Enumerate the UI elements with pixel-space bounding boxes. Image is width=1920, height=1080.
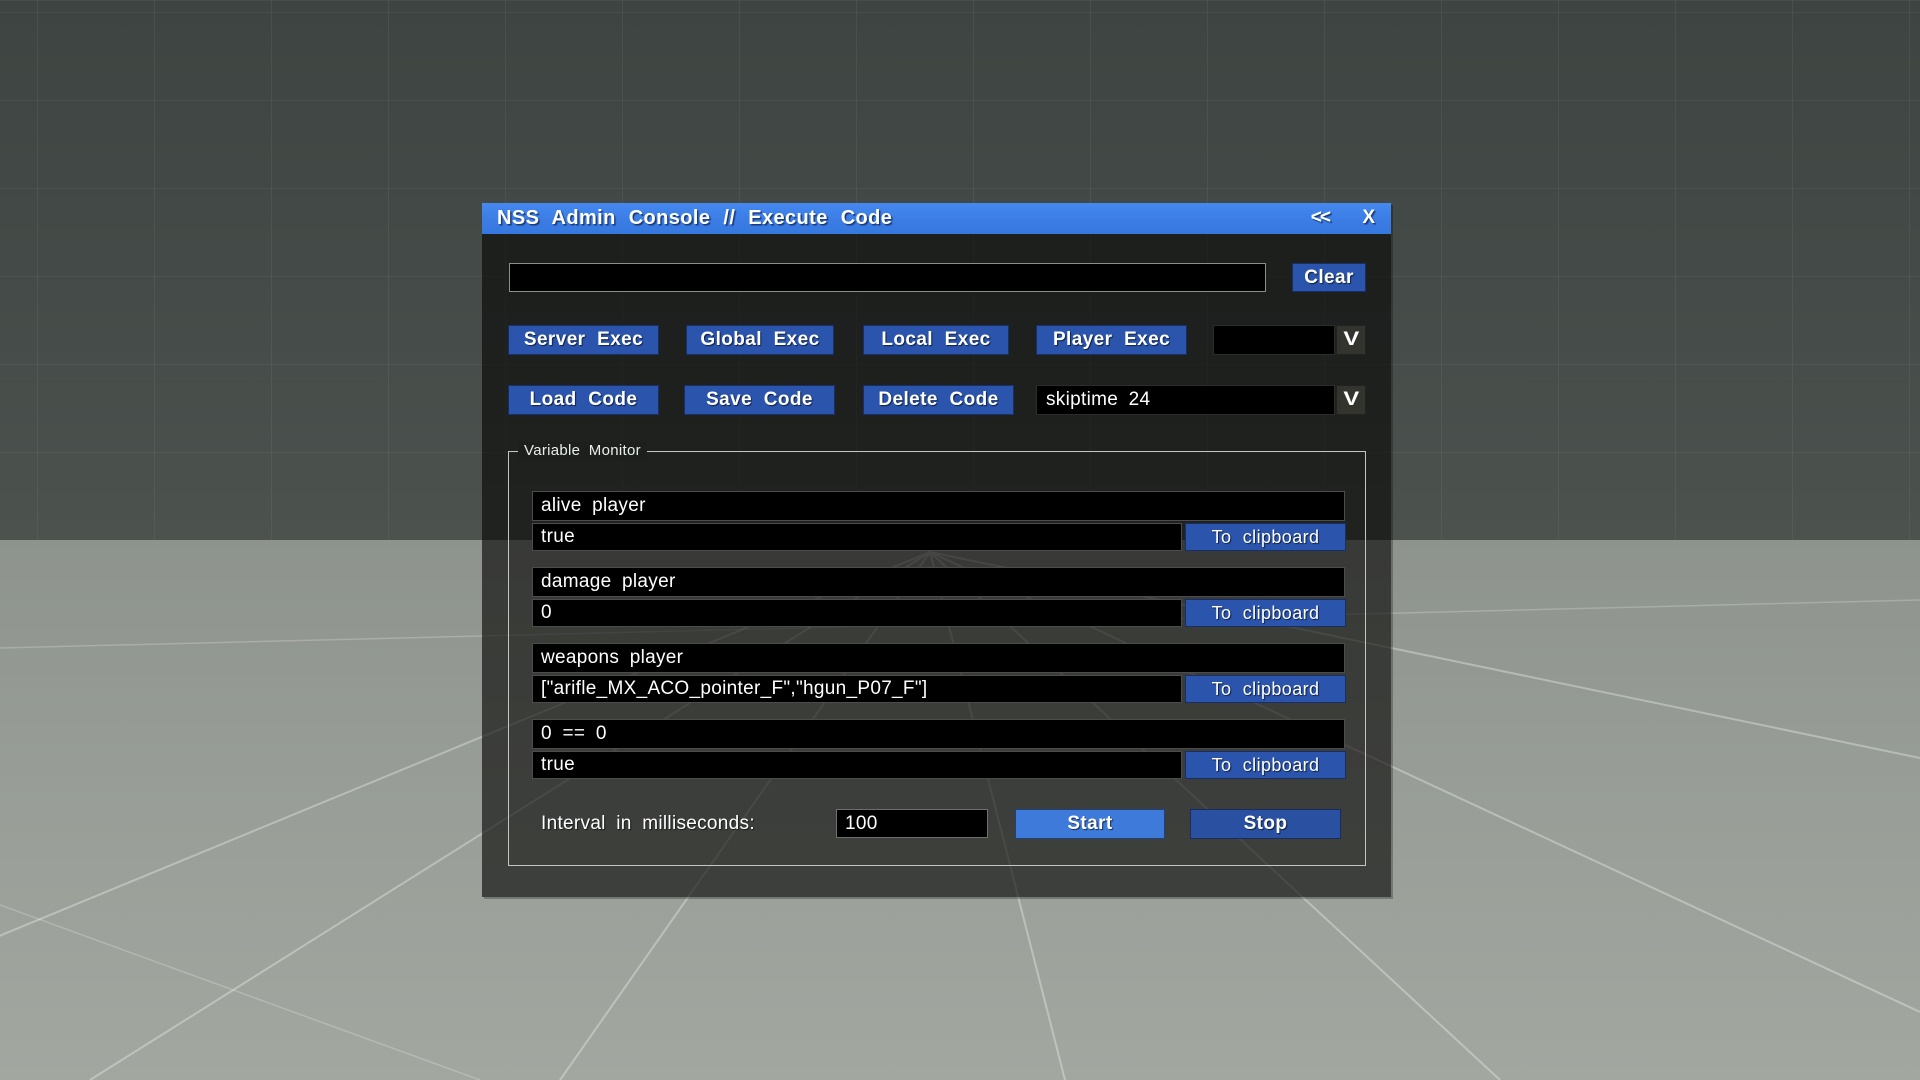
to-clipboard-button[interactable]: To clipboard (1185, 523, 1346, 551)
interval-input[interactable] (836, 809, 988, 838)
start-button[interactable]: Start (1015, 809, 1165, 839)
to-clipboard-button[interactable]: To clipboard (1185, 751, 1346, 779)
variable-result-output[interactable] (532, 523, 1182, 551)
player-select-dropdown[interactable] (1213, 325, 1335, 355)
admin-console-window: NSS Admin Console // Execute Code << X C… (482, 203, 1391, 897)
code-input[interactable] (509, 263, 1266, 292)
load-code-button[interactable]: Load Code (508, 385, 659, 415)
variable-expression-input[interactable] (532, 567, 1345, 597)
delete-code-button[interactable]: Delete Code (863, 385, 1014, 415)
variable-result-output[interactable] (532, 675, 1182, 703)
player-exec-button[interactable]: Player Exec (1036, 325, 1187, 355)
to-clipboard-button[interactable]: To clipboard (1185, 599, 1346, 627)
variable-expression-input[interactable] (532, 719, 1345, 749)
variable-result-output[interactable] (532, 599, 1182, 627)
window-title: NSS Admin Console // Execute Code (497, 207, 892, 230)
saved-code-dropdown-arrow-icon[interactable]: V (1336, 385, 1366, 415)
titlebar[interactable]: NSS Admin Console // Execute Code << X (482, 203, 1391, 234)
variable-monitor-label: Variable Monitor (518, 442, 647, 460)
stop-button[interactable]: Stop (1190, 809, 1341, 839)
save-code-button[interactable]: Save Code (684, 385, 835, 415)
global-exec-button[interactable]: Global Exec (686, 325, 834, 355)
variable-expression-input[interactable] (532, 643, 1345, 673)
to-clipboard-button[interactable]: To clipboard (1185, 675, 1346, 703)
collapse-button[interactable]: << (1311, 207, 1329, 229)
variable-expression-input[interactable] (532, 491, 1345, 521)
saved-code-dropdown[interactable]: skiptime 24 (1036, 385, 1335, 415)
local-exec-button[interactable]: Local Exec (863, 325, 1009, 355)
variable-result-output[interactable] (532, 751, 1182, 779)
close-icon[interactable]: X (1362, 207, 1375, 229)
clear-button[interactable]: Clear (1292, 263, 1366, 292)
player-select-dropdown-arrow-icon[interactable]: V (1336, 325, 1366, 355)
server-exec-button[interactable]: Server Exec (508, 325, 659, 355)
interval-label: Interval in milliseconds: (541, 813, 755, 835)
